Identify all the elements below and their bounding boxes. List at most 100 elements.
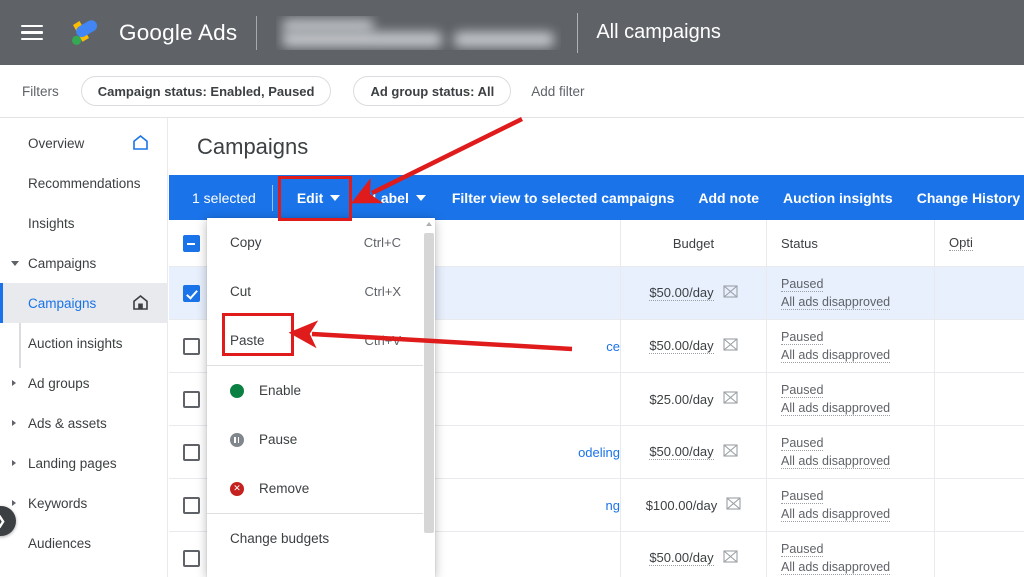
label-dropdown-button[interactable]: Label [362, 184, 436, 212]
sidebar-item-overview[interactable]: Overview [0, 123, 167, 163]
budget-cell[interactable]: $25.00/day [620, 373, 766, 425]
status-cell: Paused All ads disapproved [766, 426, 934, 478]
edit-dropdown-menu: Copy Ctrl+C Cut Ctrl+X Paste Ctrl+V Enab… [207, 218, 435, 577]
sidebar-item-audiences[interactable]: Audiences [0, 523, 167, 563]
sidebar-item-campaigns[interactable]: Campaigns [0, 283, 167, 323]
status-primary[interactable]: Paused [781, 436, 824, 451]
filters-label: Filters [22, 83, 59, 99]
add-filter-button[interactable]: Add filter [531, 84, 584, 99]
budget-cell[interactable]: $50.00/day [620, 532, 766, 577]
status-secondary[interactable]: All ads disapproved [781, 401, 891, 416]
edit-button-label: Edit [296, 189, 324, 206]
filter-view-to-selected-campaigns-button[interactable]: Filter view to selected campaigns [452, 184, 675, 212]
auction-insights-button[interactable]: Auction insights [783, 184, 893, 212]
sidebar-item-label: Ads & assets [28, 415, 107, 431]
column-header-budget[interactable]: Budget [620, 220, 766, 266]
menu-item-pause[interactable]: Pause [207, 415, 435, 464]
filter-chip-campaign-status[interactable]: Campaign status: Enabled, Paused [80, 76, 332, 106]
budget-cell[interactable]: $50.00/day [620, 426, 766, 478]
budget-cell[interactable]: $50.00/day [620, 320, 766, 372]
sidebar-item-label: Audiences [28, 535, 92, 551]
budget-chart-icon [723, 549, 738, 567]
status-secondary[interactable]: All ads disapproved [781, 560, 891, 575]
menu-item-shortcut: Ctrl+V [364, 333, 401, 348]
menu-item-enable[interactable]: Enable [207, 366, 435, 415]
status-primary[interactable]: Paused [781, 383, 824, 398]
optimization-score-cell [934, 267, 1024, 319]
status-secondary[interactable]: All ads disapproved [781, 348, 891, 363]
menu-item-change-budgets[interactable]: Change budgets [207, 514, 435, 563]
budget-cell[interactable]: $100.00/day [620, 479, 766, 531]
home-filled-icon [132, 294, 149, 314]
chevron-down-icon [330, 194, 341, 201]
row-checkbox[interactable] [182, 390, 200, 408]
hamburger-menu-icon[interactable] [21, 24, 43, 41]
sidebar-item-ad-groups[interactable]: Ad groups [0, 363, 167, 403]
budget-cell[interactable]: $50.00/day [620, 267, 766, 319]
sidebar-item-label: Landing pages [28, 455, 117, 471]
menu-item-shortcut: Ctrl+C [363, 235, 401, 250]
sidebar-item-landing-pages[interactable]: Landing pages [0, 443, 167, 483]
row-checkbox[interactable] [182, 337, 200, 355]
filter-chip-ad-group-status[interactable]: Ad group status: All [353, 76, 512, 106]
menu-item-cut[interactable]: Cut Ctrl+X [207, 267, 435, 316]
header-divider-1 [256, 15, 258, 50]
status-primary[interactable]: Paused [781, 277, 824, 292]
row-checkbox[interactable] [182, 549, 200, 567]
account-name-redacted [276, 16, 561, 50]
budget-chart-icon [723, 390, 738, 408]
status-cell: Paused All ads disapproved [766, 532, 934, 577]
enable-dot-icon [230, 383, 244, 398]
row-checkbox[interactable] [182, 443, 200, 461]
menu-item-paste[interactable]: Paste Ctrl+V [207, 316, 435, 365]
sidebar-group-campaigns[interactable]: Campaigns [0, 243, 167, 283]
selected-count-label: 1 selected [192, 189, 256, 206]
selection-toolbar: 1 selected Edit Label Filter view to sel… [169, 175, 1024, 220]
status-primary[interactable]: Paused [781, 542, 824, 557]
edit-dropdown-button[interactable]: Edit [287, 184, 350, 212]
sidebar-item-insights[interactable]: Insights [0, 203, 167, 243]
status-secondary[interactable]: All ads disapproved [781, 454, 891, 469]
menu-item-copy[interactable]: Copy Ctrl+C [207, 218, 435, 267]
remove-circle-icon: ✕ [230, 481, 244, 496]
chevron-down-icon [11, 260, 19, 266]
row-checkbox[interactable] [182, 496, 200, 514]
scrollbar-thumb[interactable] [424, 233, 434, 533]
menu-item-shortcut: Ctrl+X [364, 284, 401, 299]
sidebar-item-ads-assets[interactable]: Ads & assets [0, 403, 167, 443]
menu-item-remove[interactable]: ✕ Remove [207, 464, 435, 513]
sidebar-item-auction-insights[interactable]: Auction insights [0, 323, 167, 363]
chevron-down-icon [415, 194, 426, 201]
status-secondary[interactable]: All ads disapproved [781, 507, 891, 522]
status-primary[interactable]: Paused [781, 489, 824, 504]
header-divider-2 [577, 12, 579, 53]
chevron-right-icon [12, 420, 16, 426]
menu-item-label: Paste [230, 333, 265, 348]
column-header-optimization-score[interactable]: Opti [934, 220, 1024, 266]
sidebar-item-label: Insights [28, 215, 75, 231]
sidebar-item-label: Campaigns [28, 255, 97, 271]
row-checkbox[interactable] [182, 284, 200, 302]
add-note-button[interactable]: Add note [698, 184, 759, 212]
status-primary[interactable]: Paused [781, 330, 824, 345]
sidebar-item-keywords[interactable]: Keywords [0, 483, 167, 523]
menu-item-label: Cut [230, 284, 252, 299]
google-ads-logo-icon [63, 16, 109, 50]
chevron-right-icon [12, 460, 16, 466]
status-secondary[interactable]: All ads disapproved [781, 295, 891, 310]
select-all-checkbox[interactable] [182, 234, 200, 252]
menu-item-label: Enable [259, 383, 302, 398]
change-history-button[interactable]: Change History [917, 184, 1020, 212]
column-header-status[interactable]: Status [766, 220, 934, 266]
menu-scrollbar[interactable] [423, 218, 435, 577]
sidebar-item-label: Ad groups [28, 375, 90, 391]
sidebar-item-label: Campaigns [28, 295, 97, 311]
optimization-score-cell [934, 426, 1024, 478]
sidebar-item-recommendations[interactable]: Recommendations [0, 163, 167, 203]
optimization-score-cell [934, 373, 1024, 425]
page-title: Campaigns [197, 134, 309, 159]
budget-chart-icon [723, 443, 738, 461]
status-cell: Paused All ads disapproved [766, 320, 934, 372]
scroll-up-arrow-icon[interactable] [426, 222, 432, 226]
status-cell: Paused All ads disapproved [766, 267, 934, 319]
